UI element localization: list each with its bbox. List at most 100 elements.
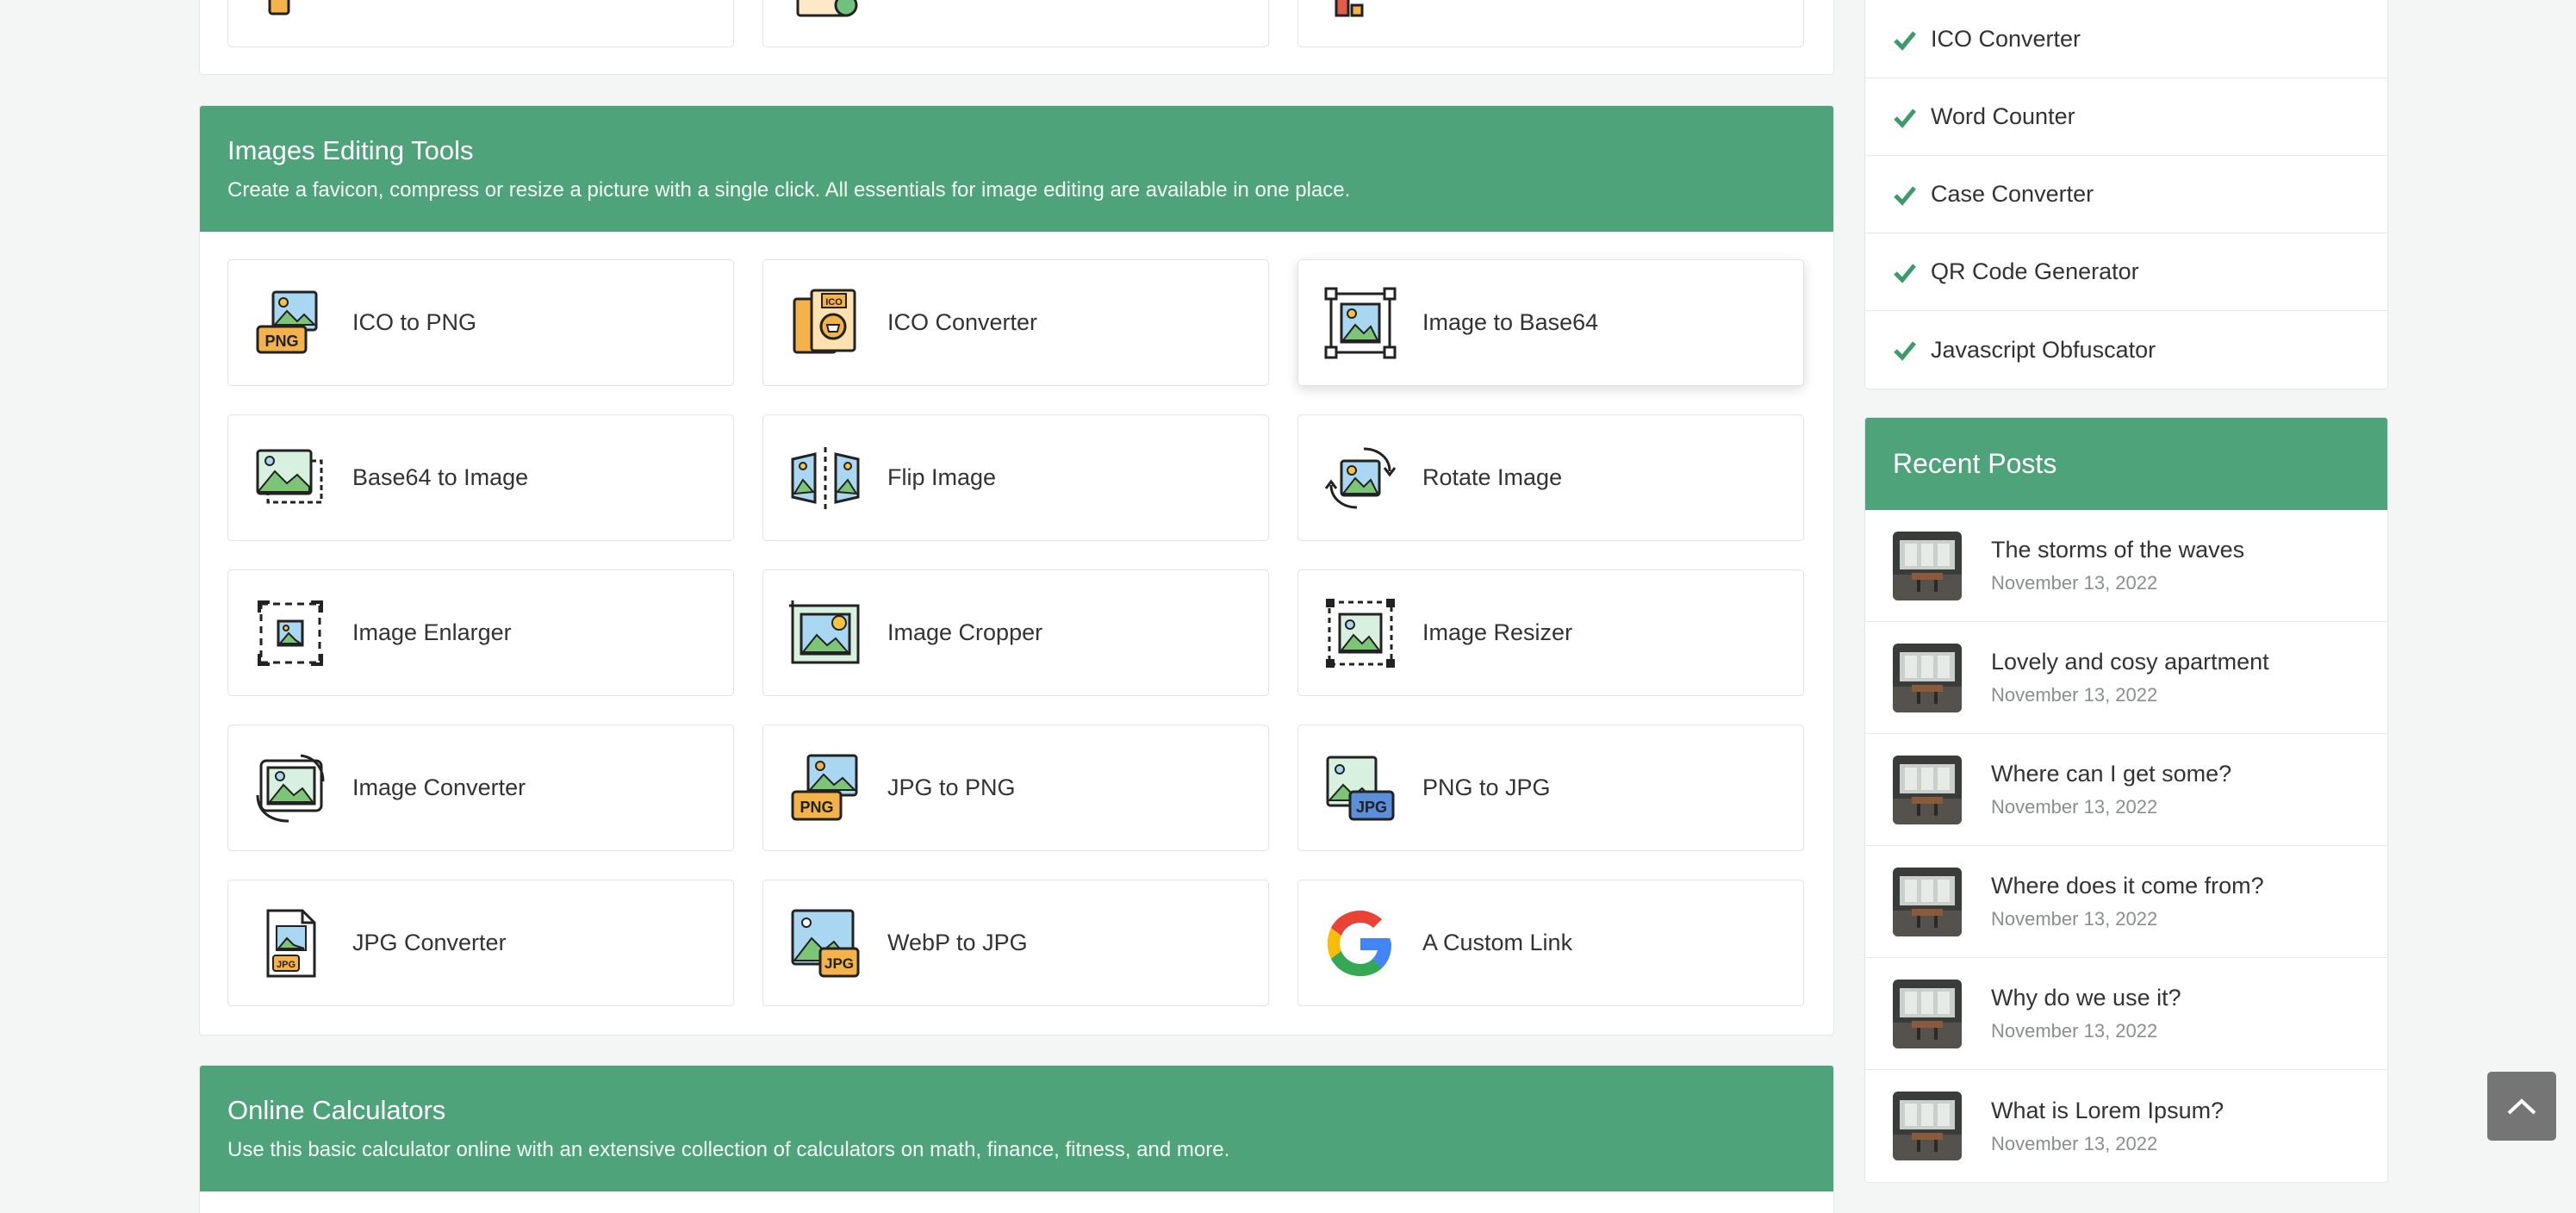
- webp-to-jpg-icon: JPG: [789, 907, 862, 980]
- check-icon: [1894, 108, 1916, 128]
- png-to-jpg-icon: JPG: [1324, 752, 1397, 824]
- svg-text:PNG: PNG: [264, 333, 298, 350]
- recent-post-item[interactable]: Where can I get some? November 13, 2022: [1865, 734, 2387, 846]
- recent-post-item[interactable]: The storms of the waves November 13, 2022: [1865, 510, 2387, 622]
- online-calculators-section: Online Calculators Use this basic calcul…: [199, 1065, 1834, 1213]
- post-thumbnail[interactable]: [1893, 979, 1962, 1048]
- ico-converter-icon: ICO: [789, 287, 862, 359]
- sidebar-link-word-counter[interactable]: Word Counter: [1865, 78, 2387, 156]
- section-description: Create a favicon, compress or resize a p…: [227, 178, 1351, 202]
- previous-tools-section: [199, 0, 1834, 75]
- tool-card-custom-link[interactable]: A Custom Link: [1297, 880, 1804, 1006]
- post-title[interactable]: Lovely and cosy apartment: [1991, 649, 2269, 675]
- recent-posts-widget: Recent Posts The storms of the waves Nove…: [1864, 417, 2388, 1183]
- tool-card-ico-to-png[interactable]: PNG ICO to PNG: [227, 259, 734, 386]
- scroll-to-top-button[interactable]: [2487, 1072, 2556, 1141]
- check-icon: [1894, 341, 1916, 361]
- tool-card-flip-image[interactable]: Flip Image: [762, 414, 1269, 541]
- sidebar-link-label: Javascript Obfuscator: [1931, 336, 2156, 363]
- post-date: November 13, 2022: [1991, 1020, 2158, 1042]
- svg-text:JPG: JPG: [1356, 799, 1387, 816]
- post-date: November 13, 2022: [1991, 1132, 2158, 1154]
- post-title[interactable]: Where does it come from?: [1991, 873, 2264, 899]
- recent-post-item[interactable]: Where does it come from? November 13, 202…: [1865, 846, 2387, 958]
- google-icon: [1324, 907, 1397, 980]
- tool-label: Flip Image: [887, 464, 997, 490]
- jpg-converter-icon: JPG: [254, 907, 327, 980]
- rotate-image-icon: [1324, 442, 1397, 514]
- svg-text:JPG: JPG: [277, 960, 296, 970]
- sidebar-link-label: ICO Converter: [1931, 26, 2081, 52]
- recent-post-item[interactable]: Why do we use it? November 13, 2022: [1865, 958, 2387, 1070]
- svg-text:ICO: ICO: [825, 297, 843, 308]
- jpg-to-png-icon: PNG: [789, 752, 862, 824]
- tool-label: WebP to JPG: [887, 930, 1028, 955]
- tool-label: Image Converter: [352, 774, 526, 800]
- image-to-base64-icon: [1324, 287, 1397, 359]
- base64-to-image-icon: [254, 442, 327, 514]
- tool-label: PNG to JPG: [1422, 774, 1551, 800]
- sidebar-link-case-converter[interactable]: Case Converter: [1865, 156, 2387, 233]
- recent-posts-title: Recent Posts: [1865, 418, 2387, 510]
- post-date: November 13, 2022: [1991, 684, 2158, 706]
- tool-label: Image Resizer: [1422, 619, 1573, 645]
- post-thumbnail[interactable]: [1893, 531, 1962, 600]
- post-date: November 13, 2022: [1991, 908, 2158, 930]
- image-enlarger-icon: [254, 597, 327, 669]
- tool-card-base64-to-image[interactable]: Base64 to Image: [227, 414, 734, 541]
- post-date: November 13, 2022: [1991, 796, 2158, 818]
- recent-post-item[interactable]: Lovely and cosy apartment November 13, 20…: [1865, 622, 2387, 734]
- tool-card-partial[interactable]: [1297, 0, 1804, 47]
- sidebar-link-qr-code-generator[interactable]: QR Code Generator: [1865, 233, 2387, 311]
- tool-card-jpg-to-png[interactable]: PNG JPG to PNG: [762, 725, 1269, 851]
- tool-label: Image Enlarger: [352, 619, 512, 645]
- post-title[interactable]: What is Lorem Ipsum?: [1991, 1098, 2224, 1124]
- post-thumbnail[interactable]: [1893, 755, 1962, 824]
- tool-icon-partial: [1335, 0, 1364, 17]
- post-title[interactable]: Why do we use it?: [1991, 985, 2181, 1011]
- recent-post-item[interactable]: What is Lorem Ipsum? November 13, 2022: [1865, 1070, 2387, 1182]
- tool-label: JPG Converter: [352, 930, 507, 955]
- section-title: Online Calculators: [227, 1095, 446, 1125]
- image-cropper-icon: [789, 597, 862, 669]
- tool-card-partial[interactable]: [227, 0, 734, 47]
- sidebar-link-javascript-obfuscator[interactable]: Javascript Obfuscator: [1865, 311, 2387, 389]
- tool-label: Base64 to Image: [352, 464, 529, 490]
- flip-image-icon: [789, 442, 862, 514]
- post-title[interactable]: Where can I get some?: [1991, 761, 2231, 787]
- tool-label: Image to Base64: [1422, 309, 1599, 335]
- tool-icon-partial: [268, 0, 290, 16]
- tool-card-webp-to-jpg[interactable]: JPG WebP to JPG: [762, 880, 1269, 1006]
- tool-card-image-converter[interactable]: Image Converter: [227, 725, 734, 851]
- tool-card-rotate-image[interactable]: Rotate Image: [1297, 414, 1804, 541]
- tool-card-partial[interactable]: [762, 0, 1269, 47]
- sidebar-links: ICO Converter Word Counter Case Converte…: [1864, 0, 2388, 389]
- tool-card-image-cropper[interactable]: Image Cropper: [762, 569, 1269, 696]
- tool-label: JPG to PNG: [887, 774, 1016, 800]
- tool-card-jpg-converter[interactable]: JPG JPG Converter: [227, 880, 734, 1006]
- tool-card-png-to-jpg[interactable]: JPG PNG to JPG: [1297, 725, 1804, 851]
- image-resizer-icon: [1324, 597, 1397, 669]
- check-icon: [1894, 30, 1916, 51]
- post-thumbnail[interactable]: [1893, 867, 1962, 936]
- tool-card-image-to-base64[interactable]: Image to Base64: [1297, 259, 1804, 386]
- chevron-up-icon: [2507, 1098, 2536, 1115]
- tool-label: ICO Converter: [887, 309, 1038, 335]
- tool-label: Rotate Image: [1422, 464, 1563, 490]
- tool-card-image-enlarger[interactable]: Image Enlarger: [227, 569, 734, 696]
- tool-label: ICO to PNG: [352, 309, 477, 335]
- tool-label: Image Cropper: [887, 619, 1043, 645]
- sidebar-link-ico-converter[interactable]: ICO Converter: [1865, 0, 2387, 78]
- tool-card-image-resizer[interactable]: Image Resizer: [1297, 569, 1804, 696]
- post-thumbnail[interactable]: [1893, 643, 1962, 712]
- sidebar-link-label: Case Converter: [1931, 181, 2094, 207]
- tool-card-ico-converter[interactable]: ICO ICO Converter: [762, 259, 1269, 386]
- post-title[interactable]: The storms of the waves: [1991, 537, 2244, 563]
- tools-grid: PNG ICO to PNG ICO ICO Converter Image t…: [200, 232, 1833, 1034]
- post-date: November 13, 2022: [1991, 572, 2158, 594]
- section-title: Images Editing Tools: [227, 135, 474, 165]
- images-editing-section: Images Editing Tools Create a favicon, c…: [199, 105, 1834, 1036]
- sidebar-link-label: QR Code Generator: [1931, 258, 2139, 284]
- check-icon: [1894, 185, 1916, 206]
- post-thumbnail[interactable]: [1893, 1092, 1962, 1160]
